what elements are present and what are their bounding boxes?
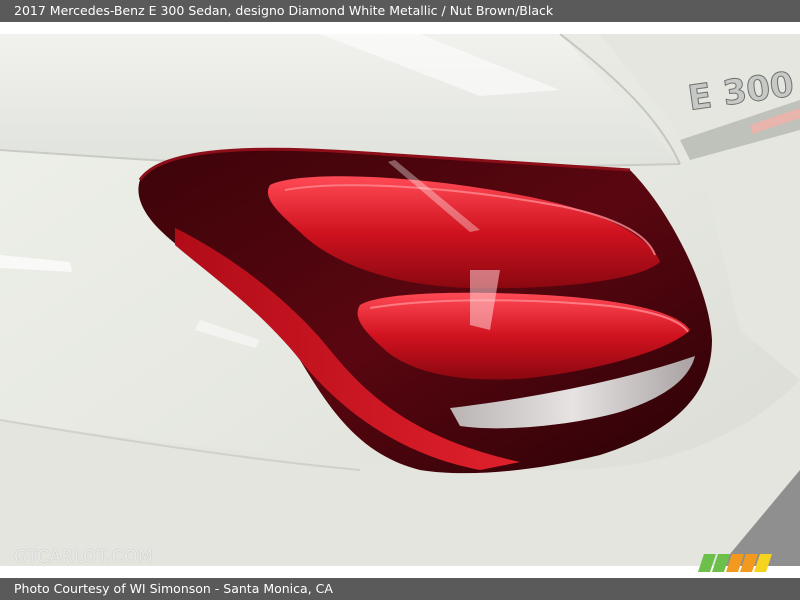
top-caption-bar: 2017 Mercedes-Benz E 300 Sedan, designo … [0,0,800,22]
site-watermark: GTCARLOT.COM [14,547,154,567]
photo-title: 2017 Mercedes-Benz E 300 Sedan, designo … [14,3,554,18]
logo-stripes-icon [698,554,772,572]
car-photo: E 300 [0,34,800,566]
bottom-credit-bar: Photo Courtesy of WI Simonson - Santa Mo… [0,578,800,600]
trunk-lid [0,34,680,168]
tail-light-photo: E 300 [0,34,800,566]
photo-credit: Photo Courtesy of WI Simonson - Santa Mo… [14,581,333,596]
